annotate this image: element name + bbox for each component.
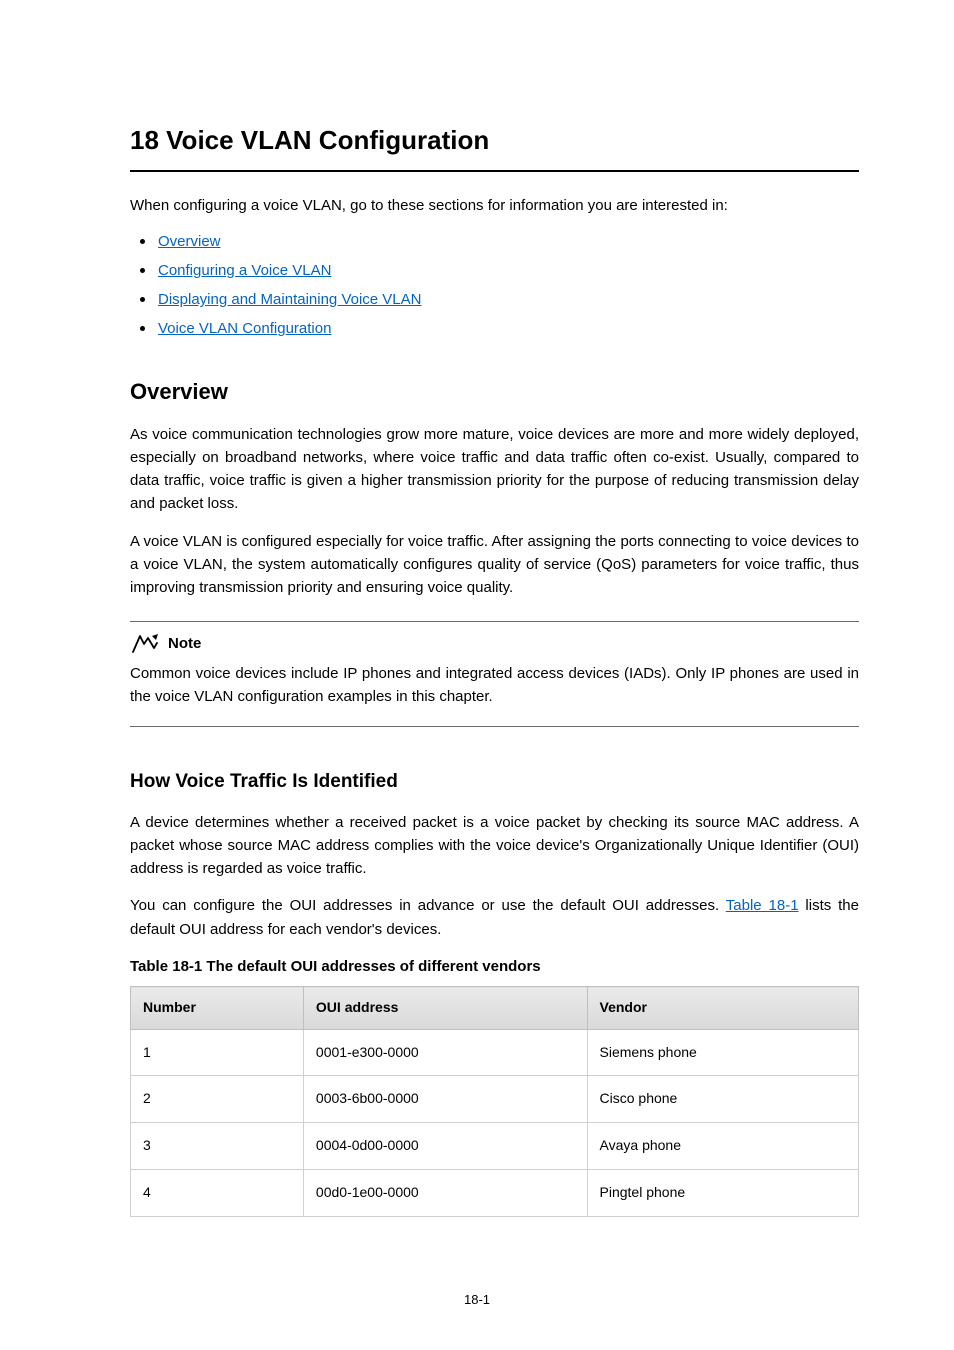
cell-oui: 00d0-1e00-0000 xyxy=(303,1169,587,1216)
toc-link-displaying[interactable]: Displaying and Maintaining Voice VLAN xyxy=(158,291,422,308)
oui-table: Number OUI address Vendor 1 0001-e300-00… xyxy=(130,986,859,1216)
section-para-2: You can configure the OUI addresses in a… xyxy=(130,894,859,941)
cell-vendor: Cisco phone xyxy=(587,1076,858,1123)
cell-oui: 0004-0d00-0000 xyxy=(303,1123,587,1170)
cell-vendor: Siemens phone xyxy=(587,1029,858,1076)
cell-oui: 0003-6b00-0000 xyxy=(303,1076,587,1123)
toc-item: Displaying and Maintaining Voice VLAN xyxy=(130,288,859,311)
toc-item: Overview xyxy=(130,230,859,253)
toc-link-configuring[interactable]: Configuring a Voice VLAN xyxy=(158,262,331,279)
table-row: 4 00d0-1e00-0000 Pingtel phone xyxy=(131,1169,859,1216)
table-header-row: Number OUI address Vendor xyxy=(131,987,859,1030)
col-header-oui: OUI address xyxy=(303,987,587,1030)
cell-vendor: Pingtel phone xyxy=(587,1169,858,1216)
cell-number: 1 xyxy=(131,1029,304,1076)
page-number: 18-1 xyxy=(0,1290,954,1310)
note-box: Note Common voice devices include IP pho… xyxy=(130,621,859,727)
overview-para-1: As voice communication technologies grow… xyxy=(130,423,859,516)
note-header: Note xyxy=(130,632,859,655)
toc-link-overview[interactable]: Overview xyxy=(158,233,221,250)
cell-vendor: Avaya phone xyxy=(587,1123,858,1170)
cell-number: 4 xyxy=(131,1169,304,1216)
note-body: Common voice devices include IP phones a… xyxy=(130,662,859,709)
col-header-number: Number xyxy=(131,987,304,1030)
table-row: 1 0001-e300-0000 Siemens phone xyxy=(131,1029,859,1076)
intro-sentence: When configuring a voice VLAN, go to the… xyxy=(130,194,859,217)
section-para-2-before: You can configure the OUI addresses in a… xyxy=(130,897,726,914)
overview-para-2: A voice VLAN is configured especially fo… xyxy=(130,530,859,600)
table-ref-link[interactable]: Table 18-1 xyxy=(726,897,799,914)
toc-item: Configuring a Voice VLAN xyxy=(130,259,859,282)
chapter-heading: 18 Voice VLAN Configuration xyxy=(130,120,859,172)
note-title: Note xyxy=(168,632,201,655)
note-icon xyxy=(130,633,160,655)
table-caption: Table 18-1 The default OUI addresses of … xyxy=(130,955,859,978)
cell-number: 2 xyxy=(131,1076,304,1123)
table-row: 2 0003-6b00-0000 Cisco phone xyxy=(131,1076,859,1123)
overview-heading: Overview xyxy=(130,375,859,409)
col-header-vendor: Vendor xyxy=(587,987,858,1030)
section-para-1: A device determines whether a received p… xyxy=(130,811,859,881)
table-row: 3 0004-0d00-0000 Avaya phone xyxy=(131,1123,859,1170)
toc-item: Voice VLAN Configuration xyxy=(130,317,859,340)
cell-number: 3 xyxy=(131,1123,304,1170)
toc-link-voice-config[interactable]: Voice VLAN Configuration xyxy=(158,320,331,337)
toc-list: Overview Configuring a Voice VLAN Displa… xyxy=(130,230,859,341)
section-heading: How Voice Traffic Is Identified xyxy=(130,767,859,796)
cell-oui: 0001-e300-0000 xyxy=(303,1029,587,1076)
